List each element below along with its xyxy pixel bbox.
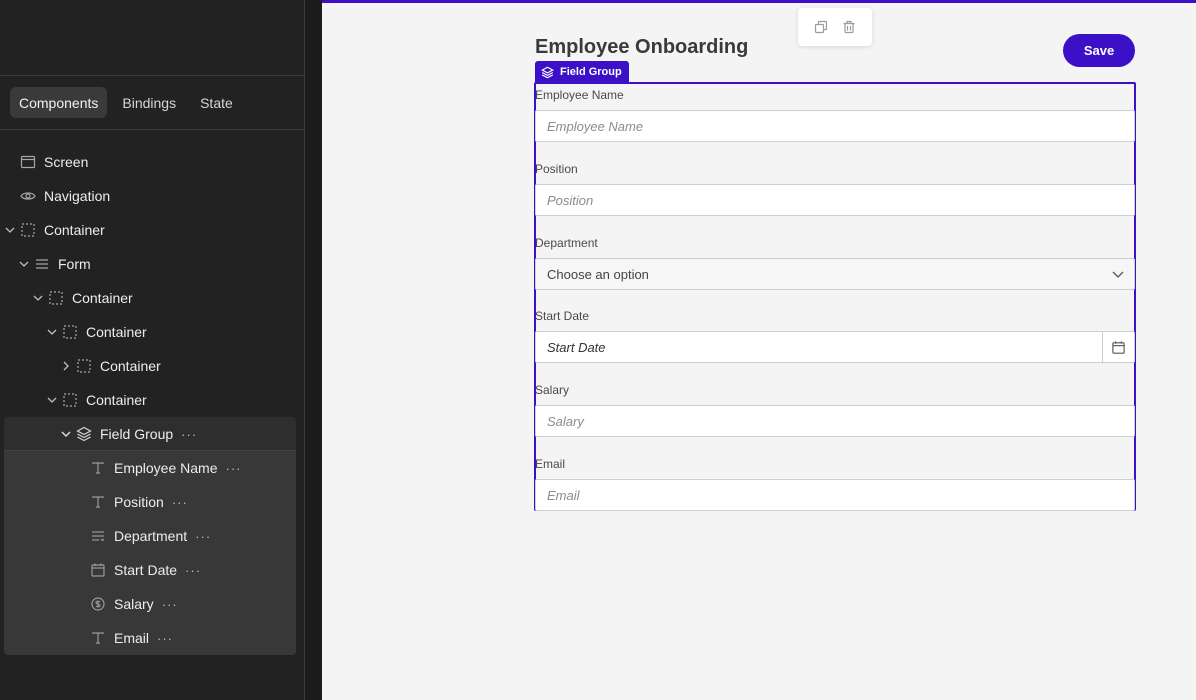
chevron-down-icon[interactable] <box>4 224 16 236</box>
tree-item-label: Department <box>114 528 188 544</box>
tree-item-employee-name[interactable]: Employee Name ··· <box>0 451 305 485</box>
chevron-down-icon[interactable] <box>32 292 44 304</box>
field-salary: Salary Salary <box>535 383 1135 437</box>
trash-icon[interactable] <box>842 20 856 34</box>
tree-item-screen[interactable]: Screen <box>0 145 305 179</box>
container-icon <box>20 222 36 238</box>
tree-item-label: Form <box>58 256 91 272</box>
calendar-icon[interactable] <box>1102 332 1134 362</box>
layers-icon <box>76 426 92 442</box>
tree-item-container[interactable]: Container <box>0 383 305 417</box>
text-icon <box>90 460 106 476</box>
field-group-badge-label: Field Group <box>560 66 622 78</box>
tree-item-label: Employee Name <box>114 460 218 476</box>
tree-item-container[interactable]: Container <box>0 349 305 383</box>
field-position: Position Position <box>535 162 1135 216</box>
field-employee-name: Employee Name Employee Name <box>535 88 1135 142</box>
salary-input[interactable]: Salary <box>535 405 1135 437</box>
tab-state[interactable]: State <box>191 87 242 118</box>
eye-icon <box>20 188 36 204</box>
chevron-right-icon[interactable] <box>60 360 72 372</box>
field-group-selection[interactable] <box>534 82 1136 511</box>
employee-name-input[interactable]: Employee Name <box>535 110 1135 142</box>
tree-item-label: Container <box>86 324 147 340</box>
layers-icon <box>541 66 554 79</box>
currency-icon <box>90 596 106 612</box>
department-select-value: Choose an option <box>547 266 649 282</box>
field-label: Salary <box>535 383 570 397</box>
sidebar-tabs: Components Bindings State <box>0 76 304 130</box>
more-options-icon[interactable]: ··· <box>172 495 188 510</box>
tree-item-label: Container <box>100 358 161 374</box>
tree-item-container[interactable]: Container <box>0 315 305 349</box>
field-department: Department Choose an option <box>535 236 1135 290</box>
more-options-icon[interactable]: ··· <box>181 427 197 442</box>
tab-bindings[interactable]: Bindings <box>113 87 185 118</box>
chevron-down-icon[interactable] <box>46 394 58 406</box>
tree-item-label: Field Group <box>100 426 174 442</box>
screen-icon <box>20 154 36 170</box>
more-options-icon[interactable]: ··· <box>157 631 173 646</box>
container-icon <box>62 324 78 340</box>
field-label: Start Date <box>535 309 590 323</box>
position-input[interactable]: Position <box>535 184 1135 216</box>
start-date-placeholder: Start Date <box>547 339 606 355</box>
component-tree: Screen Navigation Container Form Contain… <box>0 145 305 655</box>
field-email: Email Email <box>535 457 1135 511</box>
tree-item-container[interactable]: Container <box>0 213 305 247</box>
container-icon <box>48 290 64 306</box>
tree-item-position[interactable]: Position ··· <box>0 485 305 519</box>
field-label: Position <box>535 162 578 176</box>
more-options-icon[interactable]: ··· <box>185 563 201 578</box>
tree-item-label: Start Date <box>114 562 178 578</box>
panel-divider <box>305 0 322 700</box>
email-input[interactable]: Email <box>535 479 1135 511</box>
container-icon <box>76 358 92 374</box>
tree-item-label: Position <box>114 494 164 510</box>
more-options-icon[interactable]: ··· <box>195 529 211 544</box>
field-group-badge[interactable]: Field Group <box>535 61 629 83</box>
form-icon <box>34 256 50 272</box>
tab-components[interactable]: Components <box>10 87 108 118</box>
tree-item-label: Salary <box>114 596 154 612</box>
field-label: Department <box>535 236 598 250</box>
more-options-icon[interactable]: ··· <box>226 461 242 476</box>
tree-item-navigation[interactable]: Navigation <box>0 179 305 213</box>
text-icon <box>90 494 106 510</box>
more-options-icon[interactable]: ··· <box>162 597 178 612</box>
tree-item-label: Container <box>44 222 105 238</box>
chevron-down-icon[interactable] <box>46 326 58 338</box>
field-label: Email <box>535 457 566 471</box>
field-label: Employee Name <box>535 88 624 102</box>
field-start-date: Start Date Start Date <box>535 309 1135 363</box>
chevron-down-icon[interactable] <box>18 258 30 270</box>
tree-item-label: Container <box>72 290 133 306</box>
tree-item-salary[interactable]: Salary ··· <box>0 587 305 621</box>
tree-item-label: Screen <box>44 154 89 170</box>
save-button[interactable]: Save <box>1063 34 1135 67</box>
sidebar: Components Bindings State Screen Navigat… <box>0 0 305 700</box>
start-date-input[interactable]: Start Date <box>535 331 1135 363</box>
tree-item-container[interactable]: Container <box>0 281 305 315</box>
tree-item-department[interactable]: Department ··· <box>0 519 305 553</box>
tree-item-start-date[interactable]: Start Date ··· <box>0 553 305 587</box>
department-select[interactable]: Choose an option <box>535 258 1135 290</box>
calendar-icon <box>90 562 106 578</box>
tree-item-label: Navigation <box>44 188 111 204</box>
container-icon <box>62 392 78 408</box>
select-icon <box>90 528 106 544</box>
element-toolbar <box>798 8 872 46</box>
duplicate-icon[interactable] <box>814 20 828 34</box>
tree-item-form[interactable]: Form <box>0 247 305 281</box>
chevron-down-icon <box>1102 259 1134 289</box>
tree-item-label: Container <box>86 392 147 408</box>
text-icon <box>90 630 106 646</box>
tree-item-label: Email <box>114 630 150 646</box>
chevron-down-icon[interactable] <box>60 428 72 440</box>
tree-item-email[interactable]: Email ··· <box>0 621 305 655</box>
page-title: Employee Onboarding <box>535 36 749 58</box>
sidebar-header <box>0 0 304 76</box>
tree-item-field-group[interactable]: Field Group ··· <box>0 417 305 451</box>
